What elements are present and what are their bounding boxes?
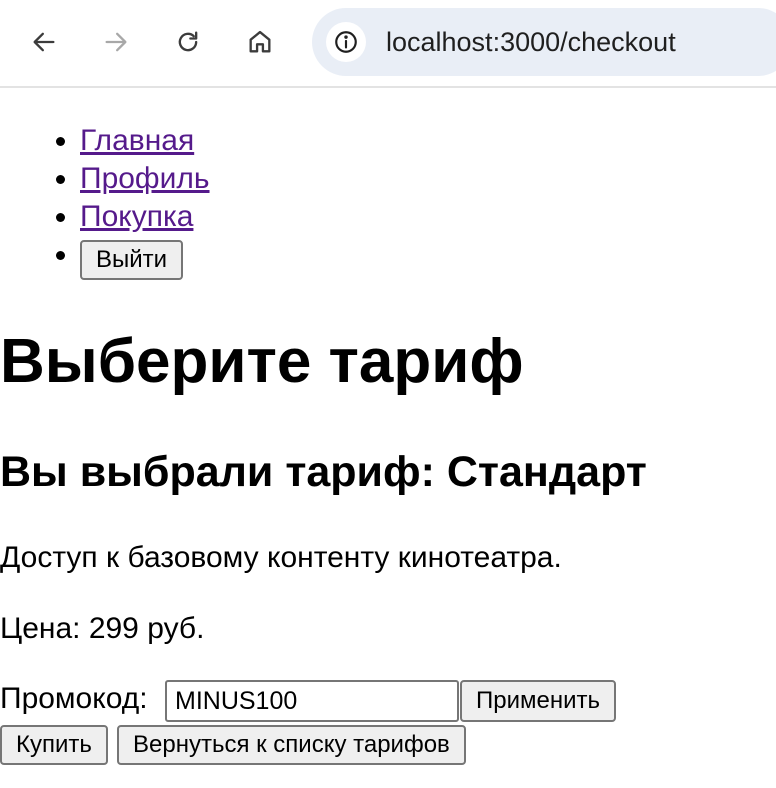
nav-link-profile[interactable]: Профиль bbox=[80, 162, 210, 195]
arrow-left-icon bbox=[33, 32, 55, 52]
page-title: Выберите тариф bbox=[0, 327, 524, 396]
url-text[interactable]: localhost:3000/checkout bbox=[386, 24, 676, 60]
nav-link-home[interactable]: Главная bbox=[80, 124, 194, 157]
site-nav: Главная Профиль Покупка Выйти bbox=[44, 122, 210, 280]
selected-plan-heading: Вы выбрали тариф: Стандарт bbox=[0, 448, 647, 496]
forward-button[interactable] bbox=[96, 22, 136, 62]
logout-button[interactable]: Выйти bbox=[80, 240, 184, 280]
nav-item-home: Главная bbox=[80, 122, 210, 160]
address-bar[interactable]: localhost:3000/checkout bbox=[312, 8, 776, 76]
plan-description: Доступ к базовому контенту кинотеатра. bbox=[0, 541, 562, 574]
nav-item-profile: Профиль bbox=[80, 160, 210, 198]
promo-code-input[interactable] bbox=[165, 680, 459, 722]
arrow-right-icon bbox=[105, 32, 127, 52]
plan-price: Цена: 299 руб. bbox=[0, 610, 204, 648]
price-currency: руб. bbox=[147, 612, 205, 645]
nav-item-logout: Выйти bbox=[80, 236, 210, 280]
apply-promo-button[interactable]: Применить bbox=[460, 680, 617, 722]
home-icon bbox=[249, 30, 271, 53]
buy-button[interactable]: Купить bbox=[0, 725, 108, 765]
site-info-button[interactable] bbox=[326, 22, 366, 62]
price-value: 299 bbox=[88, 612, 139, 645]
price-label: Цена: bbox=[0, 612, 81, 645]
back-to-plans-button[interactable]: Вернуться к списку тарифов bbox=[117, 725, 466, 765]
promo-label: Промокод: bbox=[0, 682, 148, 715]
nav-link-purchase[interactable]: Покупка bbox=[80, 200, 193, 233]
nav-item-purchase: Покупка bbox=[80, 198, 210, 236]
page-content: Главная Профиль Покупка Выйти Выберите т… bbox=[0, 88, 776, 788]
reload-icon bbox=[178, 31, 198, 52]
info-icon bbox=[335, 31, 357, 53]
reload-button[interactable] bbox=[168, 22, 208, 62]
back-button[interactable] bbox=[24, 22, 64, 62]
browser-toolbar: localhost:3000/checkout bbox=[0, 0, 776, 88]
home-button[interactable] bbox=[240, 22, 280, 62]
